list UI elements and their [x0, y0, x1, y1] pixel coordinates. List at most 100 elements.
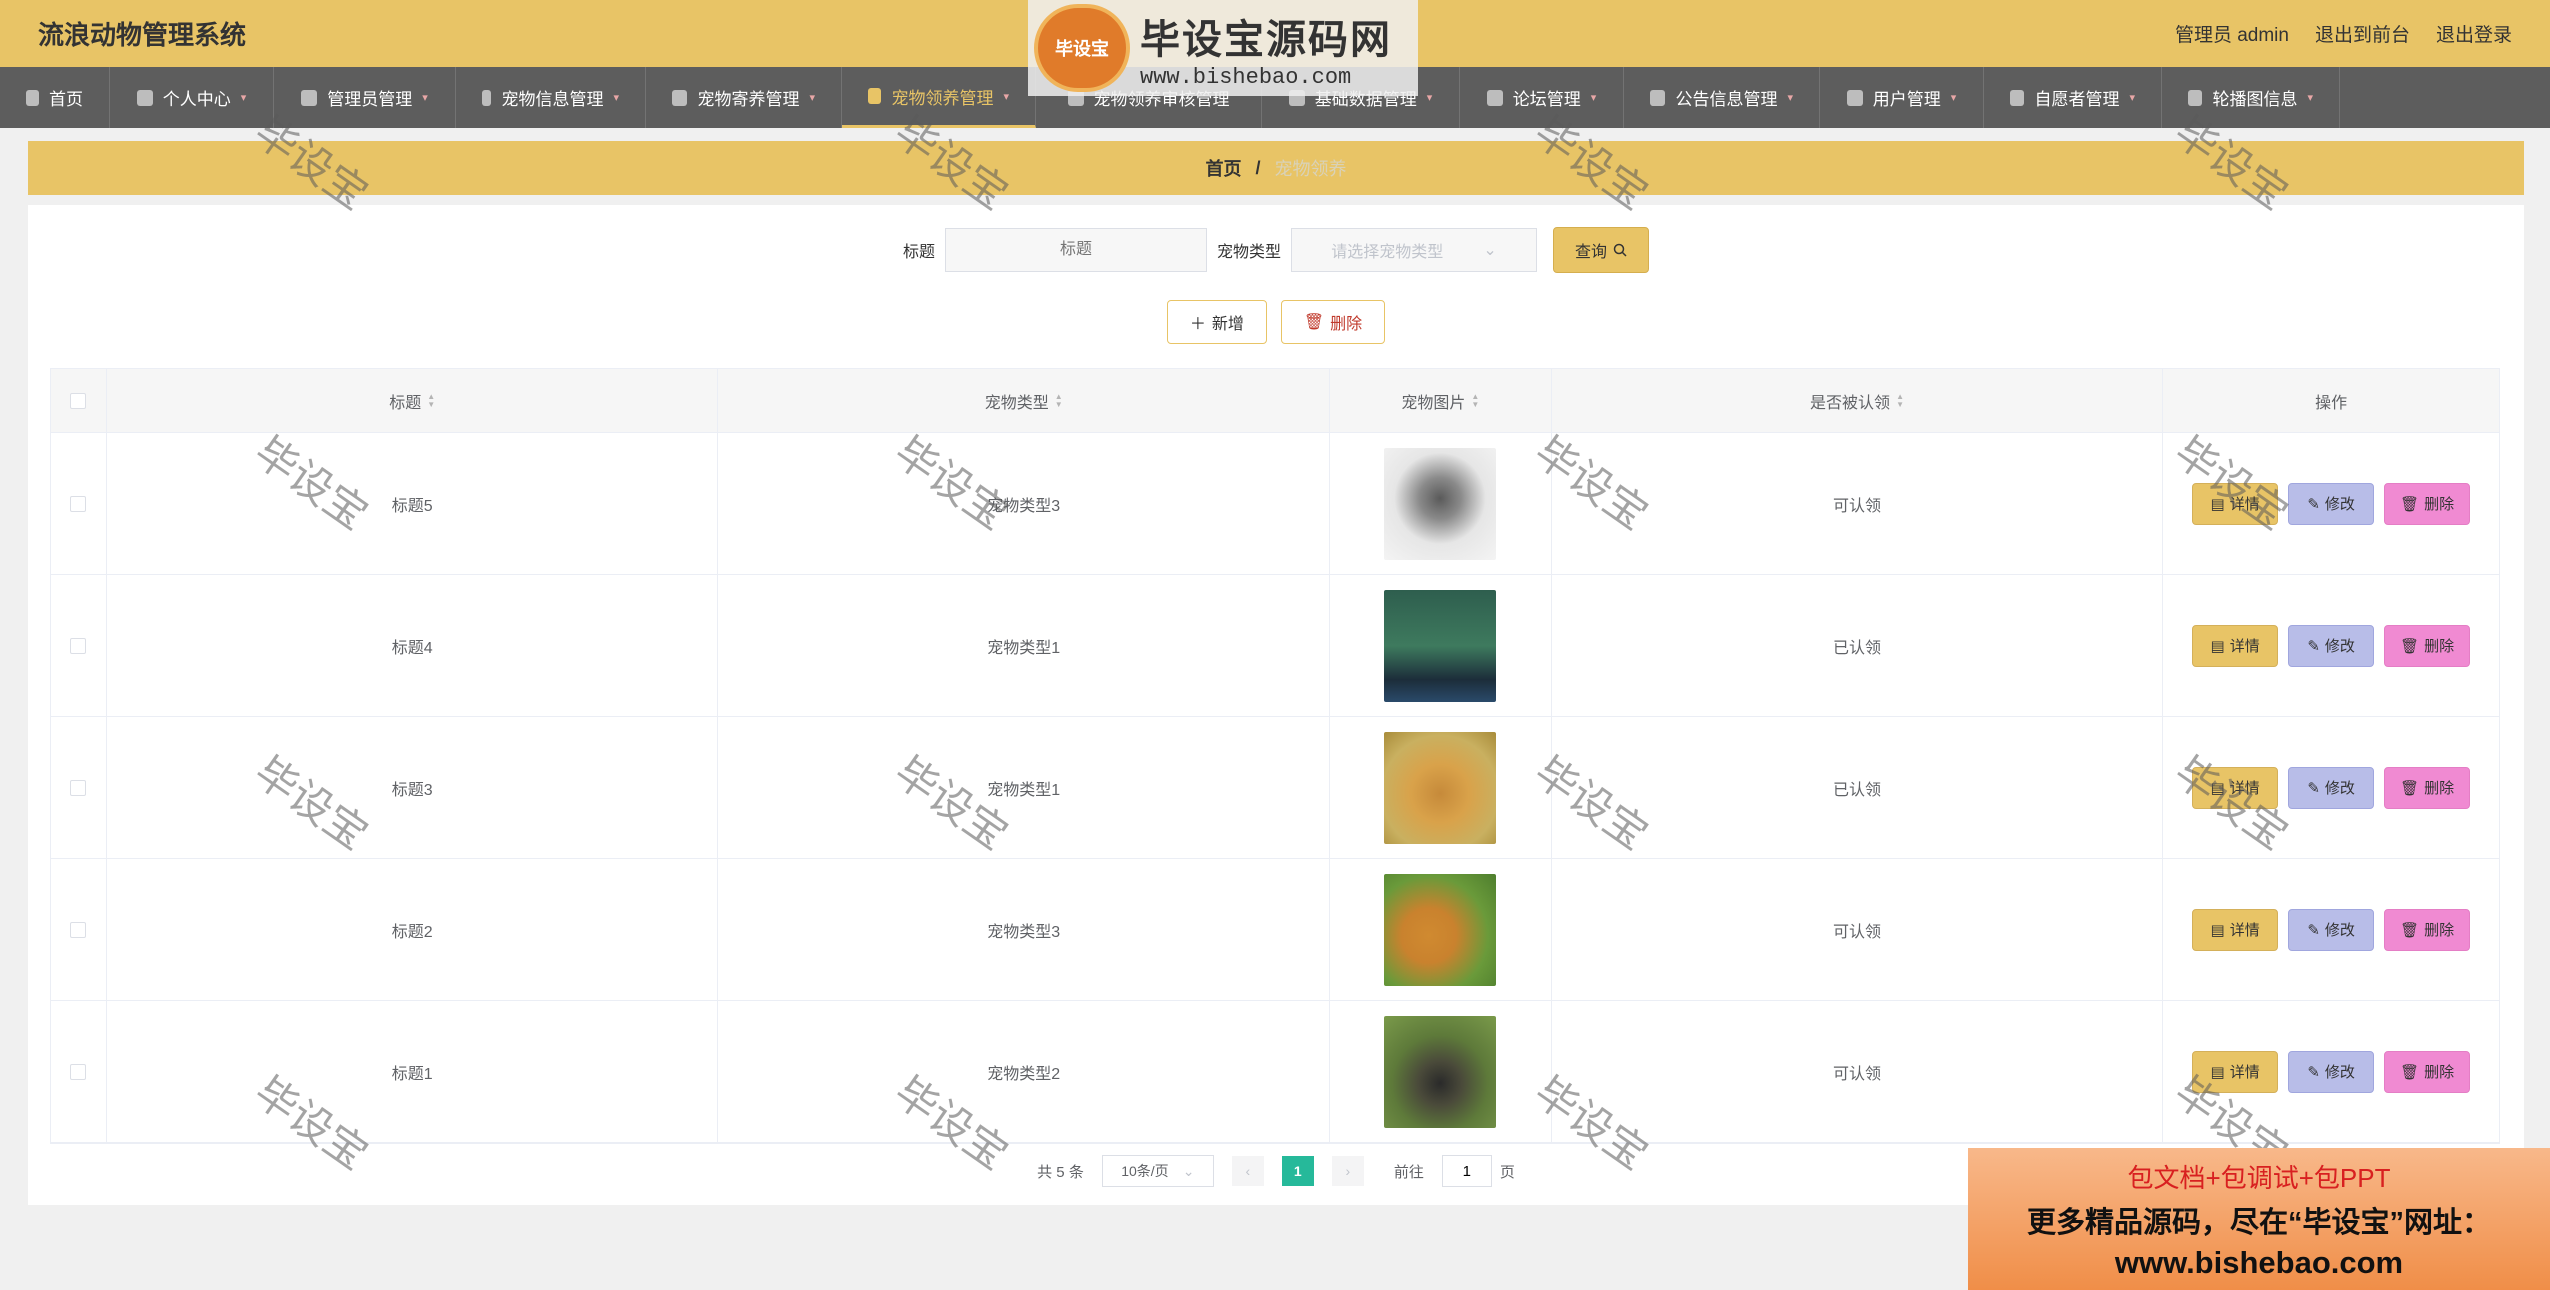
- edit-label: 修改: [2324, 922, 2355, 939]
- location-icon: [2010, 89, 2025, 106]
- delete-button[interactable]: 🗑 删除: [2384, 766, 2471, 809]
- goto-page-input[interactable]: [1441, 1155, 1492, 1187]
- prev-page-button[interactable]: ‹: [1231, 1156, 1264, 1186]
- breadcrumb-separator: /: [1255, 157, 1261, 178]
- delete-button[interactable]: 🗑 删除: [2384, 908, 2471, 951]
- pet-photo[interactable]: [1384, 873, 1497, 986]
- trash-icon: 🗑: [2400, 637, 2420, 655]
- edit-button[interactable]: ✎ 修改: [2288, 1050, 2375, 1093]
- sort-icon[interactable]: ▲ ▼: [427, 392, 435, 409]
- nav-item-volunteer[interactable]: 自愿者管理 ▾: [1984, 67, 2162, 128]
- edit-button[interactable]: ✎ 修改: [2288, 766, 2375, 809]
- sort-icon[interactable]: ▲ ▼: [1055, 392, 1063, 409]
- edit-label: 修改: [2324, 496, 2355, 513]
- cell-adopted: 已认领: [1552, 575, 2164, 716]
- nav-item-user[interactable]: 用户管理 ▾: [1820, 67, 1984, 128]
- edit-button[interactable]: ✎ 修改: [2288, 624, 2375, 667]
- pet-photo[interactable]: [1384, 1015, 1497, 1128]
- nav-item-admin-mgmt[interactable]: 管理员管理 ▾: [274, 67, 456, 128]
- cell-type: 宠物类型3: [718, 433, 1330, 574]
- logo-badge-icon: 毕设宝: [1034, 4, 1130, 92]
- row-checkbox[interactable]: [70, 779, 87, 796]
- pet-type-select[interactable]: 请选择宠物类型 ⌄: [1291, 228, 1538, 272]
- row-checkbox[interactable]: [70, 921, 87, 938]
- pet-photo[interactable]: [1384, 447, 1497, 560]
- list-icon: [1650, 89, 1666, 106]
- title-search-input[interactable]: [945, 228, 1207, 272]
- trash-icon: 🗑: [2400, 921, 2420, 939]
- logout-link[interactable]: 退出登录: [2436, 20, 2512, 47]
- row-checkbox[interactable]: [70, 1063, 87, 1080]
- page-size-select[interactable]: 10条/页 ⌄: [1101, 1155, 1214, 1187]
- edit-button[interactable]: ✎ 修改: [2288, 482, 2375, 525]
- add-button[interactable]: ＋ 新增: [1166, 300, 1267, 344]
- nav-item-carousel[interactable]: 轮播图信息 ▾: [2162, 67, 2340, 128]
- promo-line-1: 包文档+包调试+包PPT: [2127, 1162, 2391, 1193]
- cell-title: 标题3: [107, 717, 719, 858]
- chevron-down-icon: ▾: [809, 92, 815, 104]
- delete-button[interactable]: 🗑 删除: [2384, 1050, 2471, 1093]
- nav-item-forum[interactable]: 论坛管理 ▾: [1460, 67, 1624, 128]
- chat-icon: [1486, 89, 1503, 106]
- edit-label: 修改: [2324, 780, 2355, 797]
- search-bar: 标题 宠物类型 请选择宠物类型 ⌄ 查询: [28, 227, 2524, 273]
- nav-item-home[interactable]: 首页: [0, 67, 110, 128]
- column-header-type[interactable]: 宠物类型 ▲ ▼: [718, 369, 1330, 432]
- column-header-title[interactable]: 标题 ▲ ▼: [107, 369, 719, 432]
- trash-icon: 🗑: [2400, 495, 2420, 513]
- chevron-down-icon: ▾: [1426, 92, 1433, 104]
- document-icon: ▤: [2210, 1063, 2225, 1081]
- trash-icon: 🗑: [1303, 314, 1325, 331]
- nav-item-notice[interactable]: 公告信息管理 ▾: [1624, 67, 1820, 128]
- batch-delete-button[interactable]: 🗑 删除: [1280, 300, 1386, 344]
- nav-item-personal-center[interactable]: 个人中心 ▾: [110, 67, 274, 128]
- detail-button[interactable]: ▤ 详情: [2192, 624, 2279, 667]
- header-label: 操作: [2315, 394, 2348, 412]
- query-button[interactable]: 查询: [1553, 227, 1650, 273]
- current-page-button[interactable]: 1: [1281, 1156, 1314, 1186]
- logo-url: www.bishebao.com: [1140, 64, 1352, 90]
- detail-button[interactable]: ▤ 详情: [2192, 766, 2279, 809]
- select-all-checkbox[interactable]: [70, 392, 87, 409]
- table-row: 标题1 宠物类型2 可认领 ▤ 详情 ✎ 修改 🗑 删除: [51, 1001, 2499, 1143]
- row-checkbox[interactable]: [70, 637, 87, 654]
- column-header-adopted[interactable]: 是否被认领 ▲ ▼: [1552, 369, 2164, 432]
- document-icon: ▤: [2210, 921, 2225, 939]
- nav-item-pet-foster[interactable]: 宠物寄养管理 ▾: [646, 67, 842, 128]
- pet-photo[interactable]: [1384, 589, 1497, 702]
- detail-button[interactable]: ▤ 详情: [2192, 1050, 2279, 1093]
- sort-icon[interactable]: ▲ ▼: [1896, 392, 1904, 409]
- cell-type: 宠物类型3: [718, 859, 1330, 1000]
- column-header-photo[interactable]: 宠物图片 ▲ ▼: [1330, 369, 1552, 432]
- breadcrumb-home[interactable]: 首页: [1205, 155, 1241, 181]
- pet-photo[interactable]: [1384, 731, 1497, 844]
- chevron-down-icon: ▾: [1003, 90, 1009, 103]
- delete-button[interactable]: 🗑 删除: [2384, 624, 2471, 667]
- nav-label: 宠物寄养管理: [697, 90, 800, 109]
- chevron-down-icon: ▾: [1950, 92, 1957, 104]
- row-checkbox[interactable]: [70, 495, 87, 512]
- delete-label: 删除: [2424, 1064, 2455, 1081]
- chevron-down-icon: ▾: [1787, 92, 1793, 104]
- chevron-down-icon: ▾: [240, 92, 247, 104]
- detail-button[interactable]: ▤ 详情: [2192, 908, 2279, 951]
- edit-label: 修改: [2324, 638, 2355, 655]
- search-icon: [1613, 243, 1627, 257]
- cell-title: 标题5: [107, 433, 719, 574]
- next-page-button[interactable]: ›: [1331, 1156, 1364, 1186]
- header-label: 标题: [389, 394, 422, 412]
- nav-item-pet-info[interactable]: 宠物信息管理 ▾: [456, 67, 646, 128]
- nav-item-pet-adoption[interactable]: 宠物领养管理 ▾: [842, 67, 1036, 128]
- nav-label: 论坛管理: [1512, 90, 1581, 109]
- pencil-icon: ✎: [2307, 1063, 2320, 1081]
- go-front-link[interactable]: 退出到前台: [2315, 20, 2410, 47]
- user-icon: [136, 89, 153, 106]
- sort-icon[interactable]: ▲ ▼: [1471, 392, 1479, 409]
- page-size-value: 10条/页: [1121, 1163, 1169, 1179]
- detail-button[interactable]: ▤ 详情: [2192, 482, 2279, 525]
- cell-type: 宠物类型1: [718, 575, 1330, 716]
- edit-button[interactable]: ✎ 修改: [2288, 908, 2375, 951]
- chevron-down-icon: ⌄: [1182, 1162, 1195, 1179]
- table-header: 标题 ▲ ▼ 宠物类型 ▲ ▼ 宠物图片 ▲ ▼ 是否被认领 ▲ ▼ 操作: [51, 369, 2499, 433]
- delete-button[interactable]: 🗑 删除: [2384, 482, 2471, 525]
